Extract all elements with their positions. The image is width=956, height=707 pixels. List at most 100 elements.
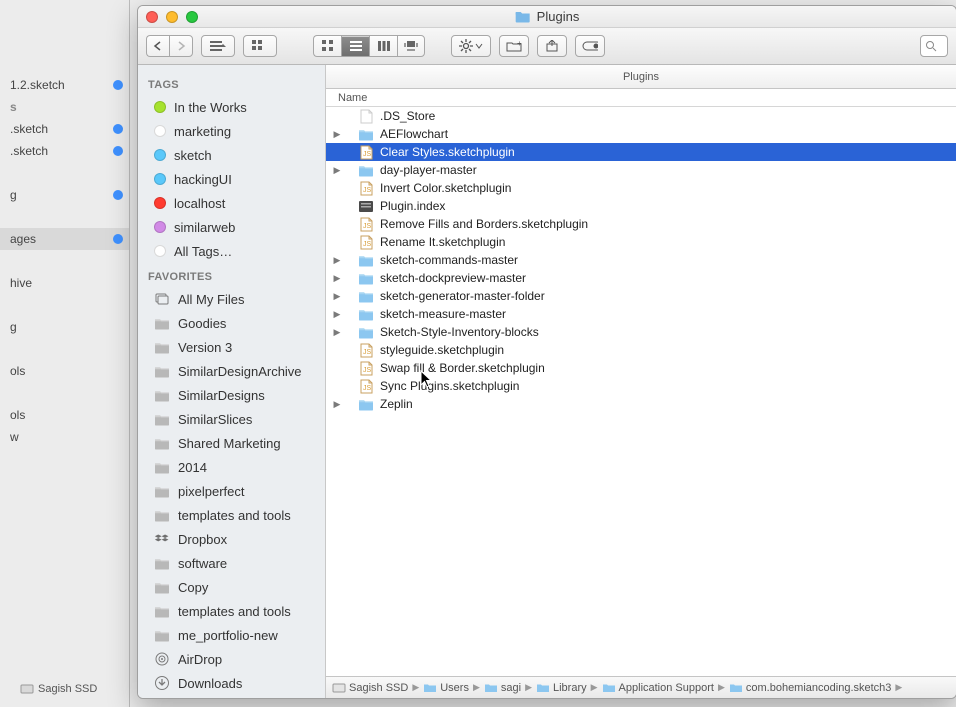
svg-text:JS: JS <box>363 367 372 374</box>
sidebar-favorite-item[interactable]: Dropbox <box>138 527 325 551</box>
svg-text:+: + <box>517 40 522 48</box>
sidebar-favorite-item[interactable]: software <box>138 551 325 575</box>
sidebar-favorite-item[interactable]: All My Files <box>138 287 325 311</box>
bg-disk-label: Sagish SSD <box>20 683 97 695</box>
sidebar[interactable]: TAGS In the WorksmarketingsketchhackingU… <box>138 65 326 698</box>
file-row[interactable]: JSSync Plugins.sketchplugin <box>326 377 956 395</box>
path-crumb[interactable]: Library <box>536 682 587 694</box>
disclosure-triangle-icon[interactable]: ▶ <box>330 327 344 338</box>
sidebar-favorite-item[interactable]: templates and tools <box>138 599 325 623</box>
path-crumb[interactable]: Sagish SSD <box>332 682 408 694</box>
bg-row[interactable]: .sketch <box>0 118 129 140</box>
file-row[interactable]: JSInvert Color.sketchplugin <box>326 179 956 197</box>
path-bar[interactable]: Sagish SSD▶Users▶sagi▶Library▶Applicatio… <box>326 676 956 698</box>
file-row[interactable]: ▶Sketch-Style-Inventory-blocks <box>326 323 956 341</box>
bg-row[interactable]: ages <box>0 228 129 250</box>
disclosure-triangle-icon[interactable]: ▶ <box>330 129 344 140</box>
file-row[interactable]: JSRemove Fills and Borders.sketchplugin <box>326 215 956 233</box>
zoom-window-button[interactable] <box>186 11 198 23</box>
view-buttons <box>313 35 425 57</box>
share-button[interactable] <box>537 35 567 57</box>
sidebar-favorite-item[interactable]: SimilarDesignArchive <box>138 359 325 383</box>
list-view-button[interactable] <box>341 35 369 57</box>
sidebar-favorite-item[interactable]: pixelperfect <box>138 479 325 503</box>
item-display-button[interactable] <box>243 35 277 57</box>
bg-row[interactable]: w <box>0 426 129 448</box>
file-row[interactable]: JSstyleguide.sketchplugin <box>326 341 956 359</box>
sidebar-favorite-item[interactable]: 2014 <box>138 455 325 479</box>
sidebar-favorite-item[interactable]: Version 3 <box>138 335 325 359</box>
sidebar-tag-item[interactable]: sketch <box>138 143 325 167</box>
sidebar-tag-item[interactable]: All Tags… <box>138 239 325 263</box>
path-crumb[interactable]: com.bohemiancoding.sketch3 <box>729 682 892 694</box>
disclosure-triangle-icon[interactable]: ▶ <box>330 291 344 302</box>
sidebar-favorite-item[interactable]: Downloads <box>138 671 325 695</box>
list-header-name[interactable]: Name <box>326 89 956 107</box>
disclosure-triangle-icon[interactable]: ▶ <box>330 399 344 410</box>
bg-row[interactable]: 1.2.sketch <box>0 74 129 96</box>
bg-row[interactable] <box>0 338 129 360</box>
file-row[interactable]: Plugin.index <box>326 197 956 215</box>
sidebar-favorite-item[interactable]: Goodies <box>138 311 325 335</box>
folder-icon <box>154 387 170 403</box>
file-row[interactable]: JSRename It.sketchplugin <box>326 233 956 251</box>
file-row[interactable]: .DS_Store <box>326 107 956 125</box>
file-row[interactable]: ▶sketch-dockpreview-master <box>326 269 956 287</box>
file-row[interactable]: ▶sketch-commands-master <box>326 251 956 269</box>
path-crumb[interactable]: Application Support <box>602 682 714 694</box>
bg-row[interactable]: g <box>0 316 129 338</box>
sidebar-favorite-item[interactable]: SimilarDesigns <box>138 383 325 407</box>
bg-row[interactable]: ols <box>0 360 129 382</box>
bg-row[interactable] <box>0 294 129 316</box>
svg-text:JS: JS <box>363 241 372 248</box>
sidebar-favorite-item[interactable]: AirDrop <box>138 647 325 671</box>
action-button[interactable] <box>451 35 491 57</box>
bg-row[interactable] <box>0 250 129 272</box>
titlebar[interactable]: Plugins <box>138 6 956 28</box>
tags-button[interactable] <box>575 35 605 57</box>
file-row[interactable]: ▶AEFlowchart <box>326 125 956 143</box>
sidebar-tag-item[interactable]: hackingUI <box>138 167 325 191</box>
coverflow-view-button[interactable] <box>397 35 425 57</box>
file-row[interactable]: ▶Zeplin <box>326 395 956 413</box>
sidebar-favorite-item[interactable]: templates and tools <box>138 503 325 527</box>
sidebar-tag-item[interactable]: similarweb <box>138 215 325 239</box>
bg-row[interactable] <box>0 382 129 404</box>
disclosure-triangle-icon[interactable]: ▶ <box>330 309 344 320</box>
bg-row[interactable]: ols <box>0 404 129 426</box>
bg-row[interactable]: g <box>0 184 129 206</box>
sidebar-favorite-item[interactable]: me_portfolio-new <box>138 623 325 647</box>
file-list[interactable]: .DS_Store▶AEFlowchartJSClear Styles.sket… <box>326 107 956 676</box>
file-row[interactable]: JSClear Styles.sketchplugin <box>326 143 956 161</box>
new-folder-button[interactable]: + <box>499 35 529 57</box>
disclosure-triangle-icon[interactable]: ▶ <box>330 273 344 284</box>
minimize-window-button[interactable] <box>166 11 178 23</box>
disclosure-triangle-icon[interactable]: ▶ <box>330 255 344 266</box>
path-crumb[interactable]: sagi <box>484 682 521 694</box>
bg-row[interactable]: s <box>0 96 129 118</box>
window-title: Plugins <box>515 9 580 24</box>
sidebar-tag-item[interactable]: In the Works <box>138 95 325 119</box>
bg-row[interactable]: .sketch <box>0 140 129 162</box>
sidebar-tag-item[interactable]: localhost <box>138 191 325 215</box>
arrange-button[interactable] <box>201 35 235 57</box>
back-button[interactable] <box>146 35 169 57</box>
sidebar-tag-item[interactable]: marketing <box>138 119 325 143</box>
search-field[interactable] <box>920 35 948 57</box>
close-window-button[interactable] <box>146 11 158 23</box>
bg-row[interactable] <box>0 162 129 184</box>
file-row[interactable]: JSSwap fill & Border.sketchplugin <box>326 359 956 377</box>
sidebar-favorite-item[interactable]: Shared Marketing <box>138 431 325 455</box>
bg-row[interactable]: hive <box>0 272 129 294</box>
column-view-button[interactable] <box>369 35 397 57</box>
icon-view-button[interactable] <box>313 35 341 57</box>
sidebar-favorite-item[interactable]: SimilarSlices <box>138 407 325 431</box>
disclosure-triangle-icon[interactable]: ▶ <box>330 165 344 176</box>
file-row[interactable]: ▶day-player-master <box>326 161 956 179</box>
file-row[interactable]: ▶sketch-generator-master-folder <box>326 287 956 305</box>
forward-button[interactable] <box>169 35 193 57</box>
file-row[interactable]: ▶sketch-measure-master <box>326 305 956 323</box>
path-crumb[interactable]: Users <box>423 682 469 694</box>
sidebar-favorite-item[interactable]: Copy <box>138 575 325 599</box>
bg-row[interactable] <box>0 206 129 228</box>
